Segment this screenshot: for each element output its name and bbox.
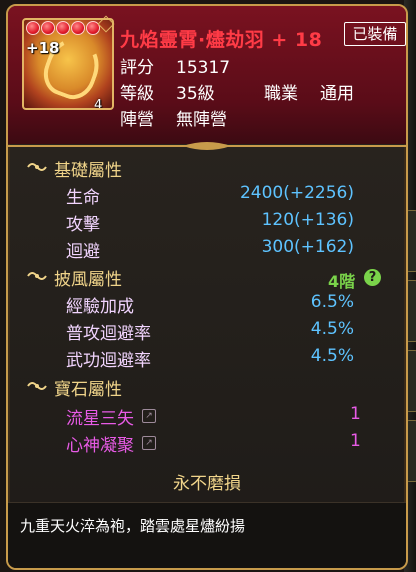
swirl-ornament-icon (27, 163, 47, 171)
cape-section-title: 披風屬性 (54, 270, 122, 290)
durability-text: 永不磨損 (173, 474, 241, 494)
refine-level: +18 (26, 39, 60, 57)
swirl-ornament-icon (27, 382, 47, 390)
item-title: 九焰霊霄·燼劫羽 + 18 (120, 29, 323, 51)
star-icon (71, 21, 85, 35)
class-row: 職業 通用 (264, 79, 354, 104)
help-icon[interactable]: ? (364, 269, 381, 286)
level-row: 等級 35級 (120, 79, 215, 104)
score-row: 評分 15317 (120, 53, 230, 78)
stat-label: 經驗加成 (66, 297, 134, 317)
stat-value: 120(+136) (261, 210, 354, 230)
score-value: 15317 (176, 58, 231, 78)
stat-value: 2400(+2256) (239, 183, 354, 203)
stat-label: 攻擊 (66, 215, 100, 235)
stat-label: 生命 (66, 188, 100, 208)
base-section-title: 基礎屬性 (54, 161, 122, 181)
stat-value: 300(+162) (261, 237, 354, 257)
camp-label: 陣營 (120, 110, 154, 130)
gem-value: 1 (350, 404, 361, 424)
cape-tier: 4階 (328, 272, 356, 291)
class-value: 通用 (320, 84, 354, 104)
stat-value: 4.5% (310, 319, 354, 339)
camp-row: 陣營 無陣營 (120, 105, 227, 130)
star-icon (26, 21, 40, 35)
gem-label: 心神凝聚 (66, 436, 134, 456)
item-icon-tier: 4階 (94, 98, 103, 110)
item-description: 九重天火淬為袍，踏雲處星燼紛揚 (20, 517, 246, 535)
star-icon (41, 21, 55, 35)
gem-section-title: 寶石屬性 (54, 380, 122, 400)
class-label: 職業 (264, 84, 298, 104)
stat-label: 迴避 (66, 242, 100, 262)
score-label: 評分 (120, 58, 154, 78)
gem-label: 流星三矢 (66, 409, 134, 429)
level-value: 35級 (176, 84, 215, 104)
gem-link-icon[interactable]: ↗ (142, 409, 156, 423)
equipped-badge: 已裝備 (344, 22, 406, 46)
stat-label: 普攻迴避率 (66, 324, 151, 344)
item-tooltip-panel: 4階 +18 九焰霊霄·燼劫羽 + 18 已裝備 評分 15317 等級 35級 職… (6, 4, 408, 570)
gem-link-icon[interactable]: ↗ (142, 436, 156, 450)
level-label: 等級 (120, 84, 154, 104)
swirl-ornament-icon (27, 272, 47, 280)
stat-value: 4.5% (310, 346, 354, 366)
gem-value: 1 (350, 431, 361, 451)
camp-value: 無陣營 (176, 110, 227, 130)
star-icon (56, 21, 70, 35)
stat-label: 武功迴避率 (66, 351, 151, 371)
star-rating (26, 21, 100, 35)
header-divider (8, 142, 406, 150)
stat-value: 6.5% (310, 292, 354, 312)
